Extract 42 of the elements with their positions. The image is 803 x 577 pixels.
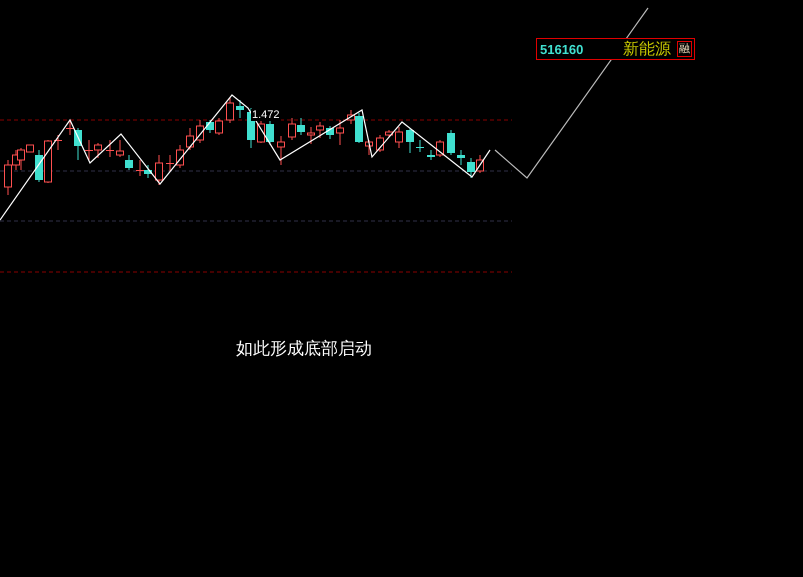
rising-candle bbox=[226, 96, 234, 124]
falling-candle bbox=[74, 128, 82, 160]
falling-candle bbox=[35, 150, 43, 182]
falling-candle bbox=[144, 164, 152, 178]
rising-candle bbox=[288, 118, 296, 140]
rising-candle bbox=[166, 154, 174, 172]
falling-candle bbox=[467, 158, 475, 178]
price-label: 1.472 bbox=[251, 109, 281, 121]
rising-candle bbox=[215, 118, 223, 136]
falling-candle bbox=[416, 140, 424, 152]
falling-candle bbox=[125, 154, 133, 170]
rising-candle bbox=[54, 134, 62, 150]
falling-candle bbox=[355, 112, 363, 144]
rising-candle bbox=[336, 120, 344, 146]
margin-badge: 融 bbox=[677, 41, 692, 57]
stock-name: 新能源 bbox=[623, 38, 671, 60]
rising-candle bbox=[347, 110, 355, 124]
rising-candle bbox=[116, 140, 124, 158]
rising-candle bbox=[277, 136, 285, 166]
stock-code: 516160 bbox=[540, 42, 584, 56]
rising-candle bbox=[176, 144, 184, 168]
rising-candle bbox=[106, 140, 114, 158]
falling-candle bbox=[236, 100, 244, 118]
falling-candle bbox=[326, 126, 334, 140]
rising-candle bbox=[196, 120, 204, 144]
rising-candle bbox=[395, 126, 403, 148]
rising-candle bbox=[66, 120, 74, 136]
rising-candle bbox=[136, 160, 144, 176]
rising-candle bbox=[476, 154, 484, 174]
rising-candle bbox=[186, 128, 194, 150]
rising-candle bbox=[155, 154, 163, 186]
falling-candle bbox=[266, 120, 274, 146]
falling-candle bbox=[457, 150, 465, 166]
rising-candle bbox=[365, 140, 373, 156]
falling-candle bbox=[447, 130, 455, 156]
rising-candle bbox=[436, 140, 444, 158]
rising-candle bbox=[44, 140, 52, 184]
falling-candle bbox=[406, 128, 414, 154]
falling-candle bbox=[297, 118, 305, 136]
falling-candle bbox=[427, 150, 435, 160]
chart-caption: 如此形成底部启动 bbox=[236, 338, 372, 360]
falling-candle bbox=[206, 120, 214, 134]
